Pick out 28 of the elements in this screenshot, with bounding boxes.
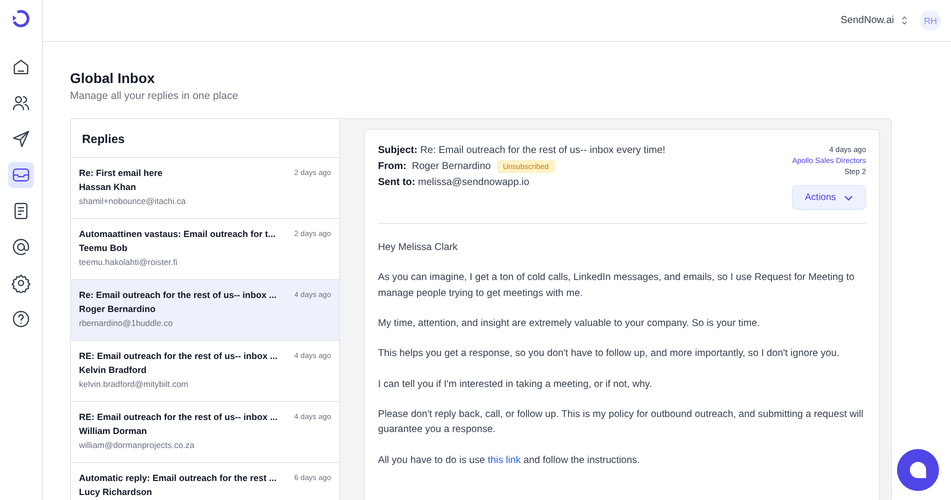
- chevron-down-icon: [844, 194, 853, 200]
- send-icon: [11, 129, 31, 149]
- message-paragraph: Please don't reply back, call, or follow up. This is my policy for outbound outreach, and submitting a request will guarantee you a response.: [378, 408, 864, 438]
- instructions-link[interactable]: this link: [488, 454, 521, 466]
- nav-item[interactable]: [8, 162, 34, 188]
- message-paragraph: As you can imagine, I get a ton of cold calls, LinkedIn messages, and emails, so I use Request for Meeting to manage people trying to get meetings with me.: [378, 271, 856, 301]
- actions-button[interactable]: Actions: [792, 185, 866, 210]
- help-icon: [11, 309, 31, 329]
- logo-icon: [11, 9, 31, 29]
- replies-heading: Replies: [81, 131, 126, 148]
- message-paragraph: Hey Melissa Clark: [378, 241, 459, 255]
- page-title: Global Inbox: [70, 70, 156, 86]
- chat-button[interactable]: [897, 449, 939, 491]
- message-paragraph: My time, attention, and insight are extremely valuable to your company. So is your time.: [378, 317, 761, 332]
- message-paragraph: This helps you get a response, so you don't have to follow up, and more importantly, so I don't ignore you.: [378, 347, 840, 362]
- users-icon: [11, 93, 31, 113]
- settings-icon: [11, 273, 31, 293]
- page-subtitle: Manage all your replies in one place: [70, 90, 240, 102]
- at-icon: [11, 237, 31, 257]
- workspace-switcher[interactable]: SendNow.ai: [840, 15, 908, 26]
- chat-bubble-icon: [909, 461, 927, 479]
- message-paragraph: I can tell you if I'm interested in taking a meeting, or if not, why.: [378, 378, 653, 392]
- sent-to-line: Sent to: melissa@sendnowapp.io: [378, 177, 530, 188]
- home-icon: [11, 57, 31, 77]
- message-paragraph: All you have to do is use this link and follow the instructions.: [378, 454, 641, 468]
- chevron-updown-icon: [901, 16, 908, 25]
- from-line: From: Roger Bernardino: [378, 161, 491, 172]
- subject-line: Subject: Re: Email outreach for the rest of us-- inbox every time!: [378, 145, 666, 156]
